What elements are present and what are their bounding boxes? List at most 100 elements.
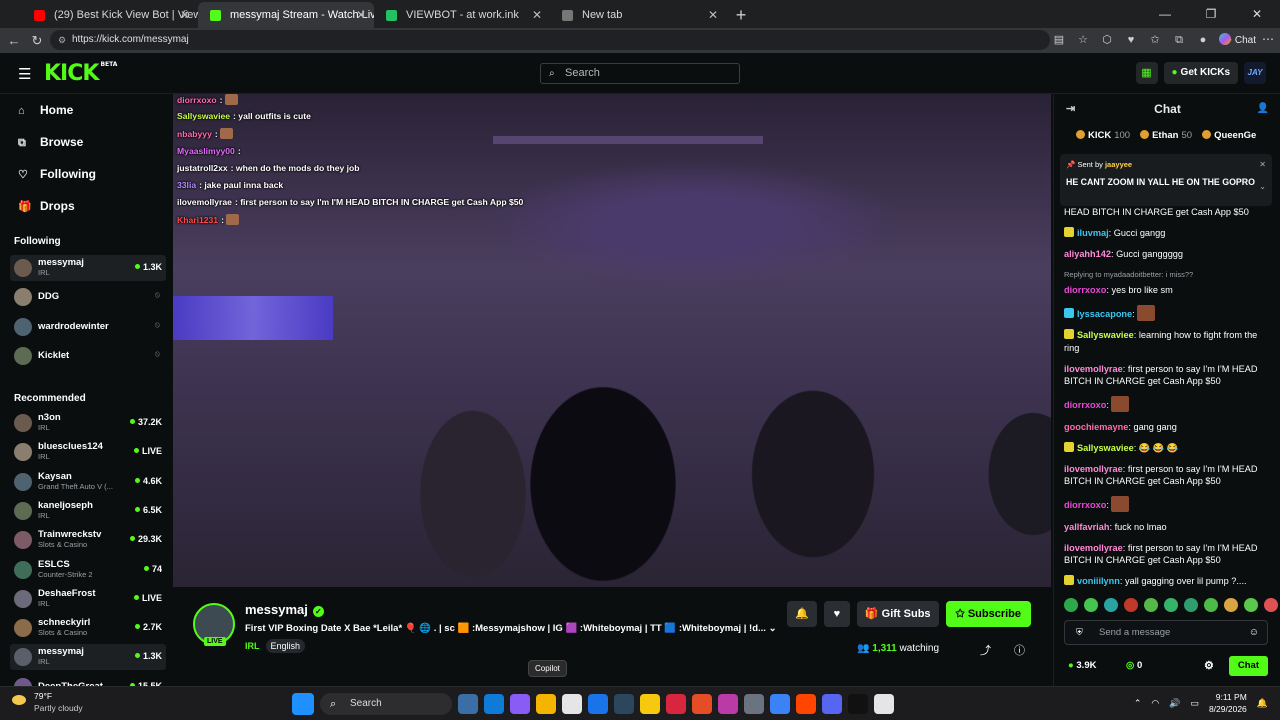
chat-username[interactable]: goochiemayne xyxy=(1064,422,1128,432)
channel-item[interactable]: kaneljoseph IRL 6.5K xyxy=(10,498,166,524)
battery-icon[interactable]: ▭ xyxy=(1190,698,1199,709)
follow-heart-button[interactable]: ♥ xyxy=(823,601,850,627)
extensions-icon[interactable]: ⬡ xyxy=(1098,31,1116,49)
share-icon[interactable]: ⤴ xyxy=(980,642,991,658)
edge-icon[interactable] xyxy=(484,694,504,714)
file-explorer-icon[interactable] xyxy=(536,694,556,714)
leaderboard-entry[interactable]: KICK 100 xyxy=(1076,130,1130,141)
quick-emote-icon[interactable] xyxy=(1104,598,1118,612)
reload-icon[interactable]: ↻ xyxy=(27,31,47,51)
channel-item[interactable]: schneckyirl Slots & Casino 2.7K xyxy=(10,615,166,641)
leaderboard-entry[interactable]: Ethan 50 xyxy=(1140,130,1192,141)
profile-icon[interactable]: ● xyxy=(1194,31,1212,49)
tab-close-icon[interactable]: ✕ xyxy=(356,2,366,28)
url-input[interactable]: ⚙ https://kick.com/messymaj xyxy=(50,30,1050,50)
chat-username[interactable]: ilovemollyrae xyxy=(1064,464,1123,474)
menu-icon[interactable]: ☰ xyxy=(18,65,31,83)
chat-username[interactable]: diorrxoxo xyxy=(1064,500,1106,510)
notification-bell-button[interactable]: 🔔 xyxy=(787,601,817,627)
roblox-icon[interactable] xyxy=(666,694,686,714)
settings-icon[interactable] xyxy=(744,694,764,714)
discord-icon[interactable] xyxy=(822,694,842,714)
reader-icon[interactable]: ▤ xyxy=(1050,31,1068,49)
chat-input[interactable]: ⛨ Send a message ☺ xyxy=(1064,620,1268,645)
quick-emote-icon[interactable] xyxy=(1244,598,1258,612)
language-tag[interactable]: English xyxy=(265,639,306,653)
chat-username[interactable]: lyssacapone xyxy=(1077,309,1132,319)
minimize-icon[interactable]: — xyxy=(1142,0,1188,28)
taskbar-search[interactable]: Search xyxy=(320,693,452,715)
kicks-balance[interactable]: ● 3.9K xyxy=(1068,660,1096,671)
browser-tab[interactable]: New tab ✕ xyxy=(550,2,726,28)
tray-chevron-icon[interactable]: ⌃ xyxy=(1134,698,1142,709)
user-avatar[interactable]: JAY xyxy=(1244,62,1266,84)
subscribe-button[interactable]: ✩ Subscribe xyxy=(945,601,1031,627)
quick-emote-icon[interactable] xyxy=(1224,598,1238,612)
chat-username[interactable]: ilovemollyrae xyxy=(1064,543,1123,553)
winrar-icon[interactable] xyxy=(692,694,712,714)
charts-app-icon[interactable] xyxy=(848,694,868,714)
search-input[interactable]: ⌕ Search xyxy=(540,63,740,84)
kick-logo[interactable]: KICK BETA xyxy=(44,61,117,86)
browser-tab[interactable]: messymaj Stream - Watch Live on✕ xyxy=(198,2,374,28)
chat-username[interactable]: aliyahh142 xyxy=(1064,249,1111,259)
quick-emote-icon[interactable] xyxy=(1084,598,1098,612)
channel-item[interactable]: messymaj IRL 1.3K xyxy=(10,644,166,671)
favorite-star-icon[interactable]: ☆ xyxy=(1074,31,1092,49)
emoji-icon[interactable]: ☺ xyxy=(1249,621,1259,644)
channel-item[interactable]: Trainwreckstv Slots & Casino 29.3K xyxy=(10,527,166,553)
app-r-icon[interactable] xyxy=(640,694,660,714)
site-info-icon[interactable]: ⚙ xyxy=(58,30,66,50)
unpin-icon[interactable]: ✕ xyxy=(1259,160,1266,169)
instagram-icon[interactable] xyxy=(718,694,738,714)
quick-emote-icon[interactable] xyxy=(1144,598,1158,612)
volume-icon[interactable]: 🔊 xyxy=(1169,698,1180,709)
get-kicks-button[interactable]: ● Get KICKs xyxy=(1163,62,1238,84)
channel-item[interactable]: DeepTheGreat15.5K xyxy=(10,674,166,686)
chat-username[interactable]: ilovemollyrae xyxy=(1064,364,1123,374)
tab-close-icon[interactable]: ✕ xyxy=(532,2,542,28)
copilot-app-icon[interactable] xyxy=(510,694,530,714)
chat-username[interactable]: diorrxoxo xyxy=(1064,400,1106,410)
quick-emote-icon[interactable] xyxy=(1184,598,1198,612)
channel-item[interactable]: n3on IRL 37.2K xyxy=(10,410,166,436)
channel-item[interactable]: wardrodewinter ⦸ xyxy=(10,314,166,340)
category-tag[interactable]: IRL xyxy=(245,639,260,653)
new-tab-button[interactable]: + xyxy=(726,2,756,28)
channel-points[interactable]: ◎ 0 xyxy=(1126,660,1142,671)
more-info-icon[interactable]: ⓘ xyxy=(1014,642,1025,658)
calendar-icon[interactable]: ▦ xyxy=(1135,62,1158,84)
chat-username[interactable]: yallfavriah xyxy=(1064,522,1109,532)
sidebar-item-following[interactable]: ♡ Following xyxy=(18,167,96,181)
channel-item[interactable]: Kaysan Grand Theft Auto V (... 4.6K xyxy=(10,469,166,495)
expand-pinned-icon[interactable]: ⌄ xyxy=(1259,182,1266,191)
steam-icon[interactable] xyxy=(614,694,634,714)
mail-icon[interactable] xyxy=(588,694,608,714)
store-icon[interactable] xyxy=(562,694,582,714)
chat-username[interactable]: Sallyswaviee xyxy=(1077,330,1134,340)
send-chat-button[interactable]: Chat xyxy=(1228,656,1268,676)
task-view-icon[interactable] xyxy=(458,694,478,714)
tab-close-icon[interactable]: ✕ xyxy=(180,2,190,28)
start-icon[interactable] xyxy=(292,693,314,715)
channel-item[interactable]: DDG ⦸ xyxy=(10,284,166,310)
channel-item[interactable]: DeshaeFrost IRL LIVE xyxy=(10,586,166,612)
leaderboard-entry[interactable]: QueenGe xyxy=(1202,130,1256,141)
opera-icon[interactable] xyxy=(796,694,816,714)
browser-essentials-icon[interactable]: ♥ xyxy=(1122,31,1140,49)
favorites-icon[interactable]: ✩ xyxy=(1146,31,1164,49)
channel-item[interactable]: messymaj IRL 1.3K xyxy=(10,255,166,281)
wifi-icon[interactable]: ◠ xyxy=(1151,698,1159,709)
back-icon[interactable]: ← xyxy=(4,31,24,51)
streamer-name[interactable]: messymaj ✓ xyxy=(245,602,324,617)
copilot-button[interactable]: Chat xyxy=(1218,33,1256,46)
channel-item[interactable]: Kicklet ⦸ xyxy=(10,343,166,369)
gift-subs-button[interactable]: 🎁 Gift Subs xyxy=(856,601,939,627)
chat-username[interactable]: iluvmaj xyxy=(1077,228,1109,238)
browser-tab[interactable]: VIEWBOT - at work.ink ✕ xyxy=(374,2,550,28)
chrome-icon[interactable] xyxy=(770,694,790,714)
close-window-icon[interactable]: ✕ xyxy=(1234,0,1280,28)
chat-username[interactable]: Sallyswaviee xyxy=(1077,443,1134,453)
tab-close-icon[interactable]: ✕ xyxy=(708,2,718,28)
browser-tab[interactable]: (29) Best Kick View Bot | Views & F✕ xyxy=(22,2,198,28)
